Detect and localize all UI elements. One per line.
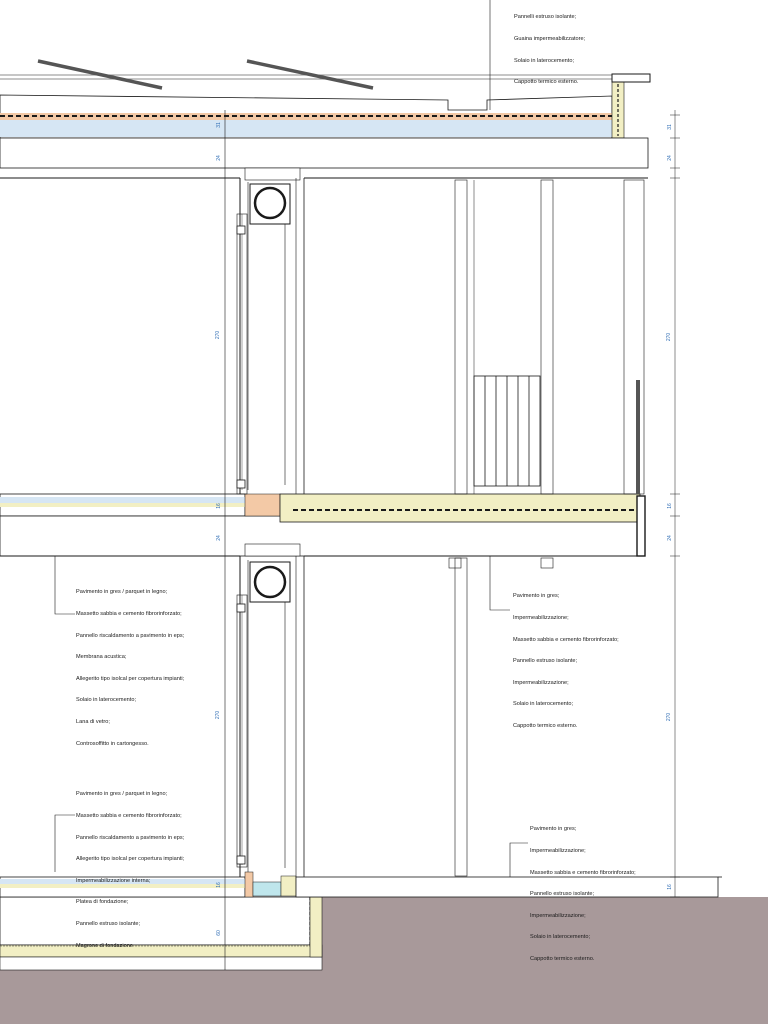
note-line: Allegerito tipo isolcal per copertura im… [76,856,185,863]
note-line: Impermeabilizzazione interna; [76,877,151,884]
ground-right-layers-note: Pavimento in gres; Impermeabilizzazione;… [530,812,636,970]
note-line: Cappotto termico esterno. [530,956,595,963]
note-line: Pavimento in gres; [530,826,577,833]
note-line: Cappotto termico esterno. [514,79,579,86]
dimension-label: 270 [666,332,673,342]
floor-right-layers-note: Pavimento in gres; Impermeabilizzazione;… [513,579,619,737]
note-line: Cappotto termico esterno. [513,723,578,730]
note-line: Massetto sabbia e cemento fibrorinforzat… [76,813,182,820]
note-line: Allegerito tipo isolcal per copertura im… [76,675,185,682]
note-line: Pannello estruso isolante; [513,658,578,665]
dimension-label: 270 [215,330,222,340]
dimension-label: 16 [215,882,222,888]
dimension-label: 24 [215,535,222,541]
note-line: Impermeabilizzazione; [530,912,586,919]
note-line: Impermeabilizzazione; [513,679,569,686]
note-line: Solaio in laterocemento; [513,701,574,708]
stair-railing [473,375,541,487]
dimension-label: 270 [666,712,673,722]
ground-left-layers-note: Pavimento in gres / parquet in legno; Ma… [76,777,184,957]
note-line: Pannello riscaldamento a pavimento in ep… [76,834,185,841]
note-line: Pavimento in gres; [513,593,560,600]
note-line: Magrone di fondazione [76,942,133,949]
note-line: Lana di vetro; [76,719,110,726]
note-line: Solaio in laterocemento; [76,697,137,704]
note-line: Impermeabilizzazione; [530,848,586,855]
note-line: Controsoffitto in cartongesso. [76,740,149,747]
dimension-label: 270 [215,710,222,720]
dimension-label: 16 [666,884,673,890]
dimension-label: 24 [215,155,222,161]
intermediate-floor-slab [0,493,646,557]
note-line: Platea di fondazione; [76,899,129,906]
note-line: Solaio in laterocemento; [530,934,591,941]
note-line: Pannello riscaldamento a pavimento in ep… [76,632,185,639]
note-line: Pavimento in gres / parquet in legno; [76,791,168,798]
note-line: Pannello estruso isolante; [76,921,141,928]
floor-left-layers-note: Pavimento in gres / parquet in legno; Ma… [76,575,184,755]
dimension-label: 16 [215,503,222,509]
dimension-label: 31 [666,124,673,130]
note-line: Pannelli estruso isolante; [514,14,577,21]
note-line: Solaio in laterocemento; [514,57,575,64]
note-line: Membrana acustica; [76,654,127,661]
dimension-label: 24 [666,155,673,161]
dimension-label: 16 [666,503,673,509]
note-line: Guaina impermeabilizzatore; [514,36,586,43]
note-line: Pavimento in gres / parquet in legno; [76,589,168,596]
note-line: Massetto sabbia e cemento fibrorinforzat… [513,636,619,643]
note-line: Pannello estruso isolante; [530,891,595,898]
note-line: Massetto sabbia e cemento fibrorinforzat… [76,611,182,618]
note-line: Impermeabilizzazione; [513,615,569,622]
dimension-label: 60 [215,930,222,936]
note-line: Massetto sabbia e cemento fibrorinforzat… [530,869,636,876]
dimension-label: 31 [215,122,222,128]
dimension-label: 24 [666,535,673,541]
roof-layers-note: Pannelli estruso isolante; Guaina imperm… [514,0,585,94]
